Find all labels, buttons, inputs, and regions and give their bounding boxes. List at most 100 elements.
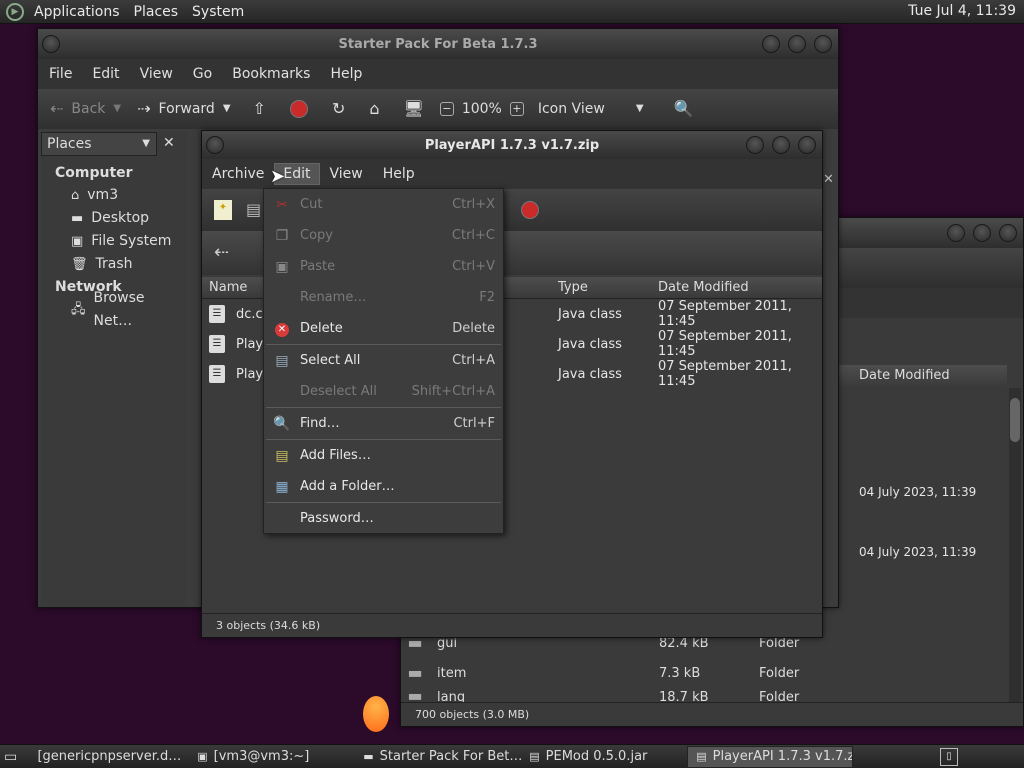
forward-button[interactable]: Forward — [159, 101, 215, 117]
menu-edit[interactable]: Edit — [82, 66, 129, 82]
places-menu[interactable]: Places — [134, 4, 179, 20]
archive-icon: ▤ — [696, 749, 707, 763]
task-file-manager[interactable]: ▬ Starter Pack For Bet… — [355, 746, 521, 768]
file-size: 18.7 kB — [659, 690, 709, 702]
view-mode-select[interactable]: Icon View — [538, 101, 628, 117]
back-arrow-icon[interactable]: ⇠ — [214, 244, 229, 262]
scroll-thumb[interactable] — [1010, 398, 1020, 442]
menu-item-deselect-all[interactable]: Deselect All Shift+Ctrl+A — [264, 376, 503, 407]
menu-item-cut[interactable]: ✂ Cut Ctrl+X — [264, 189, 503, 220]
back-history-dropdown-icon[interactable]: ▼ — [113, 101, 121, 117]
view-mode-dropdown-icon[interactable]: ▼ — [636, 101, 644, 117]
column-date[interactable]: Date Modified — [658, 277, 749, 299]
sidebar-item-label: Browse Net… — [93, 289, 145, 329]
menu-item-paste[interactable]: ▣ Paste Ctrl+V — [264, 251, 503, 282]
zoom-level[interactable]: 100% — [462, 101, 502, 117]
search-icon[interactable]: 🔍 — [674, 101, 694, 117]
task-terminal[interactable]: ▣ [vm3@vm3:~] — [189, 746, 355, 768]
back-date-2: 04 July 2023, 11:39 — [859, 545, 977, 559]
java-file-icon: ☰ — [209, 335, 225, 353]
close-sidebar-icon[interactable]: ✕ — [163, 135, 175, 151]
open-archive-icon[interactable]: ▤ — [246, 202, 261, 218]
menu-help[interactable]: Help — [320, 66, 372, 82]
folder-icon: ▬ — [71, 210, 84, 226]
file-manager-menubar: File Edit View Go Bookmarks Help — [38, 59, 838, 89]
menu-item-rename[interactable]: Rename… F2 — [264, 282, 503, 313]
back-scrollbar[interactable] — [1009, 388, 1021, 704]
close-button[interactable] — [798, 136, 816, 154]
close-button[interactable] — [999, 224, 1017, 242]
minimize-button[interactable] — [746, 136, 764, 154]
zoom-out-icon[interactable]: − — [439, 102, 454, 116]
menu-help[interactable]: Help — [373, 166, 425, 182]
task-label: [genericpnpserver.d… — [37, 749, 182, 764]
sidebar-item-desktop[interactable]: ▬ Desktop — [41, 207, 187, 230]
stop-icon[interactable] — [289, 100, 308, 118]
task-pemod[interactable]: ▤ PEMod 0.5.0.jar — [521, 746, 687, 768]
sidebar-item-vm3[interactable]: ⌂ vm3 — [41, 184, 187, 207]
menu-item-find[interactable]: 🔍 Find… Ctrl+F — [264, 408, 503, 439]
file-manager-titlebar[interactable]: Starter Pack For Beta 1.7.3 — [38, 29, 838, 59]
column-type[interactable]: Type — [558, 277, 588, 299]
back-button[interactable]: Back — [71, 101, 105, 117]
menu-bookmarks[interactable]: Bookmarks — [222, 66, 320, 82]
back-arrow-icon[interactable]: ⇠ — [50, 101, 63, 117]
maximize-button[interactable] — [973, 224, 991, 242]
maximize-button[interactable] — [772, 136, 790, 154]
find-icon: 🔍 — [273, 415, 291, 432]
menu-file[interactable]: File — [39, 66, 82, 82]
menu-item-password[interactable]: Password… — [264, 503, 503, 534]
back-row-item[interactable]: ▬ item 7.3 kB Folder — [407, 658, 1007, 688]
system-menu[interactable]: System — [192, 4, 244, 20]
maximize-button[interactable] — [788, 35, 806, 53]
delete-icon: ✕ — [264, 320, 300, 337]
close-button[interactable] — [814, 35, 832, 53]
reload-icon[interactable]: ↻ — [332, 101, 345, 117]
applications-menu[interactable]: Applications — [34, 4, 120, 20]
add-files-icon: ▤ — [275, 447, 289, 464]
computer-icon[interactable]: 🖥 — [404, 101, 424, 117]
menu-view[interactable]: View — [320, 166, 373, 182]
top-panel: ▶ Applications Places System Tue Jul 4, … — [0, 0, 1024, 24]
window-menu-button[interactable] — [206, 136, 224, 154]
sidebar-item-file-system[interactable]: ▣ File System — [41, 230, 187, 253]
column-name[interactable]: Name — [209, 277, 247, 299]
back-row-lang[interactable]: ▬ lang 18.7 kB Folder — [407, 688, 1007, 702]
forward-arrow-icon[interactable]: ⇢ — [137, 101, 150, 117]
menu-item-copy[interactable]: ❐ Copy Ctrl+C — [264, 220, 503, 251]
date-modified-column[interactable]: Date Modified — [859, 368, 950, 383]
task-playerapi[interactable]: ▤ PlayerAPI 1.7.3 v1.7.zip — [687, 745, 854, 768]
sidebar-item-trash[interactable]: 🗑 Trash — [41, 253, 187, 276]
task-chrome[interactable]: [genericpnpserver.d… — [23, 746, 189, 768]
home-folder-icon[interactable]: ⌂ — [369, 101, 379, 117]
new-archive-icon[interactable]: ✦ — [214, 200, 232, 220]
back-status-bar: 700 objects (3.0 MB) — [401, 702, 1023, 726]
stop-icon[interactable] — [521, 201, 540, 219]
gnome-foot-icon[interactable]: ▶ — [6, 2, 24, 21]
up-arrow-icon[interactable]: ⇧ — [253, 101, 266, 117]
zoom-in-icon[interactable]: + — [509, 102, 524, 116]
window-menu-button[interactable] — [42, 35, 60, 53]
menu-item-add-folder[interactable]: ▦ Add a Folder… — [264, 471, 503, 502]
show-desktop-icon[interactable]: ▭ — [4, 749, 17, 765]
menu-item-select-all[interactable]: ▤ Select All Ctrl+A — [264, 345, 503, 376]
archive-titlebar[interactable]: PlayerAPI 1.7.3 v1.7.zip — [202, 131, 822, 159]
workspace-switcher-icon[interactable]: ▯ — [940, 747, 958, 766]
sidebar-item-browse-network[interactable]: 🖧 Browse Net… — [41, 290, 187, 329]
minimize-button[interactable] — [947, 224, 965, 242]
desktop-orb-icon[interactable] — [363, 696, 389, 732]
menu-archive[interactable]: Archive — [202, 166, 274, 182]
cut-icon: ✂ — [276, 196, 288, 213]
sidebar-selector[interactable]: Places ▼ — [41, 132, 157, 156]
menu-item-add-files[interactable]: ▤ Add Files… — [264, 440, 503, 471]
folder-icon: ▬ — [407, 688, 423, 702]
close-tab-icon[interactable]: ✕ — [823, 172, 834, 188]
select-all-icon: ▤ — [275, 352, 289, 369]
menu-go[interactable]: Go — [183, 66, 222, 82]
folder-icon: ▬ — [363, 749, 374, 763]
forward-history-dropdown-icon[interactable]: ▼ — [223, 101, 231, 117]
menu-item-delete[interactable]: ✕ Delete Delete — [264, 313, 503, 344]
menu-view[interactable]: View — [130, 66, 183, 82]
clock[interactable]: Tue Jul 4, 11:39 — [908, 3, 1016, 19]
minimize-button[interactable] — [762, 35, 780, 53]
